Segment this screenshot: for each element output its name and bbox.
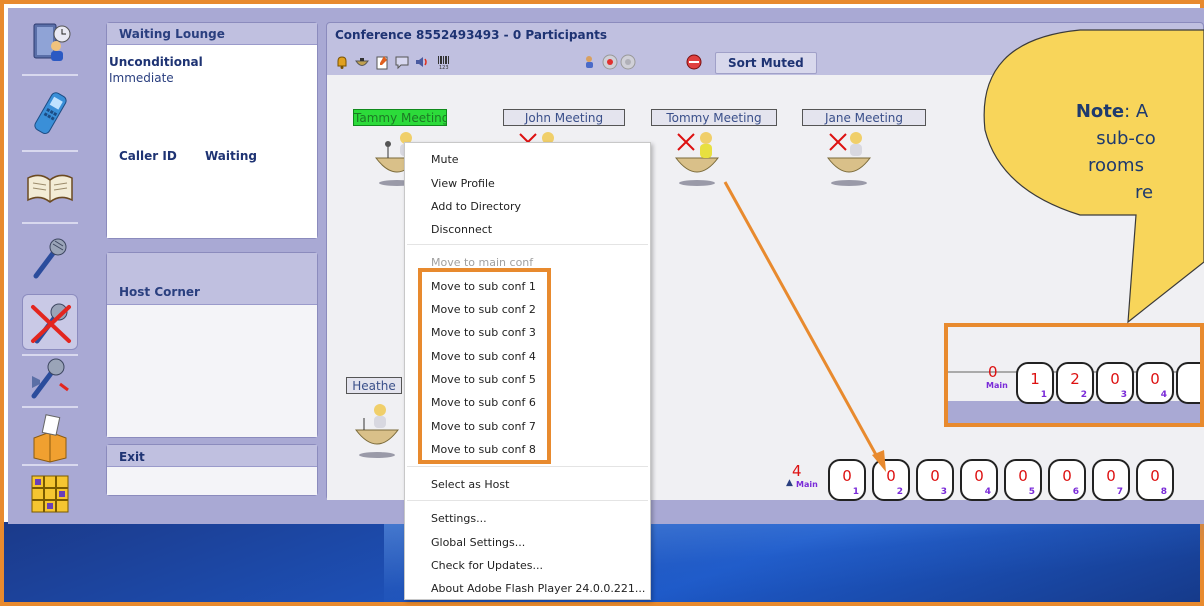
muted-microphone-icon[interactable] <box>22 294 78 350</box>
stop-icon[interactable] <box>620 54 636 70</box>
cellphone-icon[interactable] <box>22 86 78 142</box>
bowl-icon[interactable] <box>354 54 370 70</box>
ballot-box-icon[interactable] <box>22 410 78 466</box>
microphone-speaker-icon[interactable] <box>22 350 78 406</box>
conference-title: Conference 8552493493 - 0 Participants <box>335 28 608 42</box>
zoom-highlight-box <box>944 323 1204 427</box>
left-toolbar <box>10 10 90 518</box>
sub-conf-counter[interactable]: 08 <box>1136 459 1174 501</box>
room-label-heather[interactable]: Heathe <box>346 377 402 394</box>
menu-item-settings[interactable]: Settings... <box>431 512 487 525</box>
waiting-mode-sub[interactable]: Immediate <box>109 71 174 85</box>
exit-panel[interactable]: Exit <box>106 444 318 496</box>
chat-icon[interactable] <box>394 54 410 70</box>
record-icon[interactable] <box>602 54 618 70</box>
menu-item-add-to-directory[interactable]: Add to Directory <box>431 200 521 213</box>
sub-conf-counter[interactable]: 03 <box>916 459 954 501</box>
no-entry-icon[interactable] <box>686 54 702 70</box>
menu-item-check-updates[interactable]: Check for Updates... <box>431 559 543 572</box>
room-label-tammy[interactable]: Tammy Meeting <box>353 109 447 126</box>
menu-item-about-flash[interactable]: About Adobe Flash Player 24.0.0.221... <box>431 582 645 595</box>
note-line-3: rooms <box>1088 155 1144 176</box>
note-callout-text: Note: A sub-co rooms re <box>1020 98 1204 206</box>
menu-item-select-as-host[interactable]: Select as Host <box>431 478 509 491</box>
main-label: Main <box>796 480 818 489</box>
menu-item-mute[interactable]: Mute <box>431 153 459 166</box>
sub-conf-items-highlight <box>418 268 551 464</box>
bell-icon[interactable] <box>334 54 350 70</box>
waiting-header: Waiting <box>205 149 258 163</box>
menu-item-view-profile[interactable]: View Profile <box>431 177 495 190</box>
waiting-lounge-title: Waiting Lounge <box>107 23 317 45</box>
main-conf-counter[interactable]: 4 ▲ Main <box>786 458 826 500</box>
sub-conf-counter[interactable]: 06 <box>1048 459 1086 501</box>
grid-board-icon[interactable] <box>22 466 78 522</box>
note-line-1: : A <box>1124 101 1149 122</box>
microphone-icon[interactable] <box>22 230 78 286</box>
person-speaker-icon[interactable] <box>582 54 598 70</box>
waiting-mode[interactable]: Unconditional <box>109 55 203 69</box>
note-label: Note <box>1075 101 1125 122</box>
notepad-icon[interactable] <box>374 54 390 70</box>
svg-text:123: 123 <box>439 65 449 70</box>
conference-toolbar: 123 Sort Muted <box>330 52 1200 74</box>
dialpad-icon[interactable]: 123 <box>436 54 452 70</box>
sort-muted-button[interactable]: Sort Muted <box>715 52 817 74</box>
participant-seat-icon[interactable] <box>350 400 404 458</box>
sub-conf-counter[interactable]: 02 <box>872 459 910 501</box>
sub-conf-counter[interactable]: 04 <box>960 459 998 501</box>
host-corner-title-label: Host Corner <box>119 285 200 299</box>
sub-conf-counter[interactable]: 01 <box>828 459 866 501</box>
room-label-john[interactable]: John Meeting <box>503 109 625 126</box>
room-label-jane[interactable]: Jane Meeting <box>802 109 926 126</box>
menu-item-disconnect[interactable]: Disconnect <box>431 223 492 236</box>
open-book-icon[interactable] <box>22 158 78 214</box>
speaker-icon[interactable] <box>414 54 430 70</box>
sub-conf-counter[interactable]: 05 <box>1004 459 1042 501</box>
host-corner-panel: Host Corner Host Corner <box>106 252 318 438</box>
waiting-lounge-panel: Waiting Lounge Unconditional Immediate C… <box>106 22 318 239</box>
exit-title[interactable]: Exit <box>119 450 145 464</box>
note-line-4: re <box>1134 182 1154 203</box>
sub-conf-counter[interactable]: 07 <box>1092 459 1130 501</box>
main-count: 4 <box>792 462 802 480</box>
phonebook-person-icon[interactable] <box>22 14 78 70</box>
muted-participant-seat-icon[interactable] <box>670 128 724 186</box>
caller-id-header: Caller ID <box>119 149 177 163</box>
menu-item-global-settings[interactable]: Global Settings... <box>431 536 525 549</box>
room-label-tommy[interactable]: Tommy Meeting <box>651 109 777 126</box>
note-line-2: sub-co <box>1096 128 1156 149</box>
muted-participant-seat-icon[interactable] <box>822 128 876 186</box>
